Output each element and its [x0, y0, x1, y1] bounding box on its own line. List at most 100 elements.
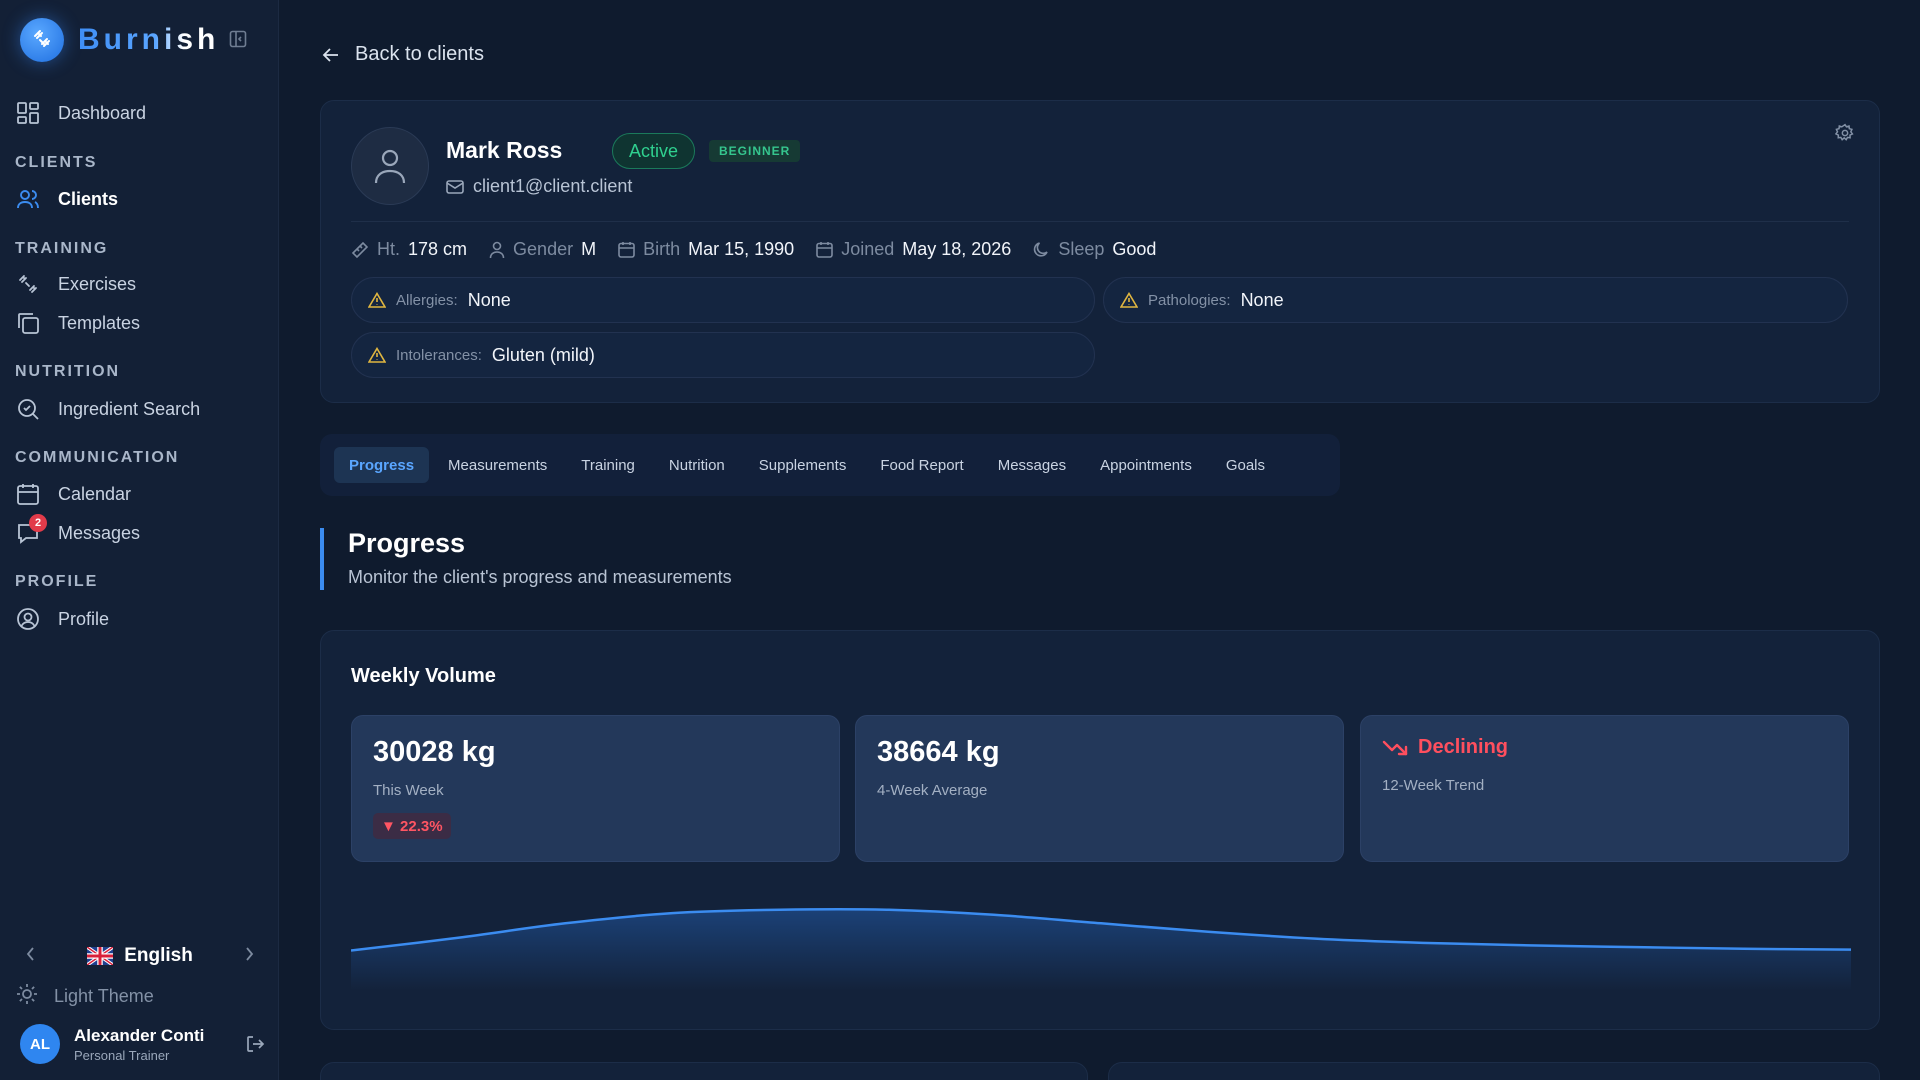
- sidebar-item-messages[interactable]: 2 Messages: [15, 514, 141, 549]
- sidebar-item-clients[interactable]: Clients: [15, 183, 118, 215]
- stat-label: 12-Week Trend: [1382, 777, 1485, 794]
- next-card-left: [320, 1062, 1088, 1080]
- stat-this-week: 30028 kg This Week ▼ 22.3%: [351, 715, 840, 862]
- level-badge: BEGINNER: [709, 140, 801, 162]
- main-content: Back to clients Mark Ross Active BEGINNE…: [279, 0, 1920, 1080]
- stat-trend: Declining 12-Week Trend: [1360, 715, 1849, 862]
- brand[interactable]: Burnish: [20, 18, 219, 62]
- sidebar-item-label: Exercises: [58, 273, 137, 294]
- pathologies-label: Pathologies:: [1148, 291, 1231, 309]
- tab-measurements[interactable]: Measurements: [433, 447, 562, 483]
- sidebar-item-label: Messages: [58, 522, 141, 543]
- trend-value: Declining: [1418, 736, 1509, 758]
- tab-progress[interactable]: Progress: [334, 447, 430, 483]
- theme-toggle[interactable]: Light Theme: [15, 982, 154, 1011]
- client-facts: Ht. 178 cm Gender M Birth Mar 15, 1990 J…: [351, 239, 1178, 260]
- sidebar-item-dashboard[interactable]: Dashboard: [15, 97, 146, 129]
- avatar[interactable]: AL: [20, 1024, 60, 1064]
- stat-label: This Week: [373, 782, 444, 799]
- sidebar-item-label: Ingredient Search: [58, 398, 201, 419]
- settings-icon[interactable]: [1834, 123, 1855, 148]
- weekly-volume-chart: [351, 907, 1851, 991]
- page-title: Progress: [348, 528, 466, 558]
- sidebar-item-templates[interactable]: Templates: [15, 307, 140, 339]
- trending-down-icon: [1382, 740, 1408, 755]
- stat-average: 38664 kg 4-Week Average: [855, 715, 1344, 862]
- section-header: Progress Monitor the client's progress a…: [320, 528, 732, 590]
- tab-supplements[interactable]: Supplements: [744, 447, 862, 483]
- brand-name: Burnish: [78, 23, 220, 56]
- user-role: Personal Trainer: [74, 1047, 170, 1063]
- dashboard-icon: [15, 100, 41, 126]
- mail-icon: [446, 179, 464, 194]
- page-subtitle: Monitor the client's progress and measur…: [348, 567, 732, 587]
- fact-key: Birth: [643, 239, 681, 259]
- tab-messages[interactable]: Messages: [983, 447, 1081, 483]
- section-clients: CLIENTS: [15, 154, 98, 171]
- weekly-volume-title: Weekly Volume: [351, 665, 496, 687]
- uk-flag-icon: [87, 947, 114, 965]
- allergies-label: Allergies:: [396, 291, 458, 309]
- tab-food-report[interactable]: Food Report: [865, 447, 978, 483]
- next-card-right: [1108, 1062, 1880, 1080]
- tab-training[interactable]: Training: [566, 447, 650, 483]
- section-training: TRAINING: [15, 240, 109, 257]
- user-icon: [374, 149, 406, 184]
- language-current[interactable]: English: [87, 945, 193, 967]
- fact-value: Mar 15, 1990: [688, 239, 795, 259]
- chevron-left-icon[interactable]: [25, 946, 37, 967]
- sidebar-item-calendar[interactable]: Calendar: [15, 478, 131, 510]
- user-circle-icon: [15, 606, 41, 632]
- fact-key: Sleep: [1058, 239, 1105, 259]
- stat-value: 30028 kg: [373, 736, 496, 768]
- section-profile: PROFILE: [15, 573, 99, 590]
- client-email-text: client1@client.client: [473, 176, 633, 196]
- sidebar-item-label: Dashboard: [58, 102, 147, 123]
- client-avatar: [351, 127, 429, 205]
- back-to-clients-link[interactable]: Back to clients: [321, 43, 484, 66]
- client-tabs: Progress Measurements Training Nutrition…: [320, 434, 1340, 496]
- language-label: English: [124, 945, 193, 966]
- sidebar-item-label: Calendar: [58, 483, 132, 504]
- fact-gender: Gender M: [489, 239, 596, 260]
- pathologies-value: None: [1240, 289, 1284, 310]
- fact-key: Joined: [841, 239, 895, 259]
- fact-value: Good: [1112, 239, 1157, 259]
- person-icon: [489, 241, 505, 258]
- section-communication: COMMUNICATION: [15, 449, 180, 466]
- intolerances-value: Gluten (mild): [491, 344, 595, 365]
- sidebar-collapse-icon[interactable]: [229, 30, 247, 48]
- sidebar-item-label: Templates: [58, 312, 141, 333]
- dumbbell-icon: [15, 271, 41, 297]
- sidebar-item-ingredient-search[interactable]: Ingredient Search: [15, 393, 200, 425]
- tab-goals[interactable]: Goals: [1211, 447, 1280, 483]
- trend-indicator: Declining: [1382, 736, 1508, 759]
- users-icon: [15, 186, 41, 212]
- messages-badge: 2: [29, 514, 47, 532]
- chevron-right-icon[interactable]: [243, 946, 255, 967]
- allergies-box: Allergies: None: [351, 277, 1095, 323]
- allergies-value: None: [467, 289, 511, 310]
- message-icon: 2: [15, 514, 47, 546]
- logout-icon[interactable]: [245, 1034, 265, 1059]
- intolerances-label: Intolerances:: [396, 346, 482, 364]
- theme-label: Light Theme: [54, 986, 154, 1006]
- templates-icon: [15, 310, 41, 336]
- sidebar-item-label: Clients: [58, 188, 119, 209]
- section-nutrition: NUTRITION: [15, 363, 121, 380]
- calendar-icon: [816, 242, 833, 258]
- client-email[interactable]: client1@client.client: [446, 176, 632, 197]
- moon-icon: [1034, 242, 1049, 257]
- fact-key: Ht.: [377, 239, 401, 259]
- sun-icon: [15, 982, 39, 1011]
- tab-appointments[interactable]: Appointments: [1085, 447, 1207, 483]
- tab-nutrition[interactable]: Nutrition: [654, 447, 740, 483]
- fact-key: Gender: [513, 239, 574, 259]
- pathologies-box: Pathologies: None: [1103, 277, 1848, 323]
- sidebar-item-exercises[interactable]: Exercises: [15, 268, 136, 300]
- sidebar: Burnish Dashboard CLIENTS Clients TRAINI…: [0, 0, 279, 1080]
- calendar-icon: [15, 481, 41, 507]
- divider: [351, 221, 1849, 222]
- sidebar-item-profile[interactable]: Profile: [15, 603, 109, 635]
- fact-value: May 18, 2026: [902, 239, 1012, 259]
